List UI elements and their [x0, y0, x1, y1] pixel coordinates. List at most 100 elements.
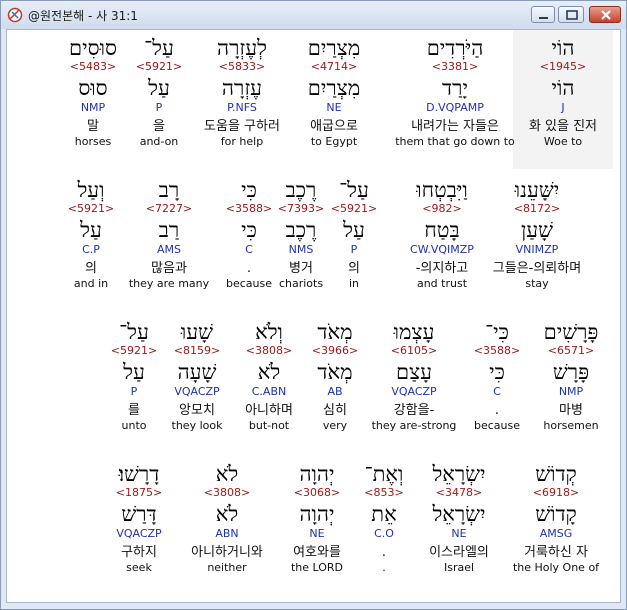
korean-gloss: 거룩하신 자 — [524, 545, 588, 560]
strong-number: <5921> — [67, 202, 115, 215]
hebrew-word: וַיִּבְטְחוּ — [416, 178, 468, 202]
strong-number: <1945> — [539, 60, 587, 73]
english-gloss: they are-strong — [371, 419, 457, 432]
morphology-code: C.ABN — [251, 385, 287, 398]
strong-number: <7227> — [145, 202, 193, 215]
strong-number: <982> — [422, 202, 462, 215]
korean-gloss: 화 있을 진저 — [528, 119, 598, 134]
strong-number: <3588> — [225, 202, 273, 215]
korean-gloss: 그들은-의뢰하며 — [492, 261, 582, 276]
word-cell[interactable]: יְהוָה <3068> יְהוָה NE 여호와를 the LORD — [272, 462, 362, 575]
word-cell[interactable]: דָרָשׁוּ׃ <1875> דָּרַשׁ VQACZP 구하지 seek — [99, 462, 179, 575]
english-gloss: them that go down to — [395, 135, 515, 148]
word-cell[interactable]: מִצְרַיִם <4714> מִצְרַיִם NE 애굽으로 to Eg… — [284, 36, 384, 149]
english-gloss: Israel — [443, 561, 475, 574]
close-button[interactable] — [589, 6, 621, 23]
word-cell[interactable]: לֹא <3808> לֹא ABN 아니하거니와 neither — [177, 462, 277, 575]
strong-number: <5921> — [110, 344, 158, 357]
lexical-form: קָדוֹשׁ — [535, 502, 577, 526]
maximize-icon — [566, 10, 578, 20]
word-cell[interactable]: פָּרָשִׁים <6571> פָּרָשׁ NMP 마병 horseme… — [526, 320, 616, 433]
hebrew-word: קְדוֹשׁ — [535, 462, 577, 486]
korean-gloss: 애굽으로 — [310, 119, 358, 134]
morphology-code: NMP — [80, 101, 106, 114]
morphology-code: D.VQPAMP — [426, 101, 484, 114]
strong-number: <3068> — [293, 486, 341, 499]
interlinear-panel[interactable]: הוֹי <1945> הוֹי J 화 있을 진저 Woe to הַיֹּר… — [6, 29, 621, 603]
strong-number: <6571> — [547, 344, 595, 357]
korean-gloss: -의지하고 — [415, 261, 469, 276]
hebrew-word: וְלֹא — [255, 320, 283, 344]
title-bar[interactable]: @원전본해 - 사 31:1 — [1, 1, 626, 29]
english-gloss: unto — [121, 419, 147, 432]
word-cell[interactable]: רָב <7227> רַב AMS 많음과 they are many — [119, 178, 219, 291]
word-cell[interactable]: עַל־ <5921> עַל P 를 unto — [97, 320, 171, 433]
lexical-form: סוּס — [78, 76, 108, 100]
morphology-code: J — [561, 101, 565, 114]
word-cell[interactable]: וְלֹא <3808> לֹא C.ABN 아니하며 but-not — [229, 320, 309, 433]
korean-gloss: 많음과 — [151, 261, 187, 276]
word-cell[interactable]: כִּי־ <3588> כִּי C . because — [457, 320, 537, 433]
word-cell[interactable]: הַיֹּרְדִים <3381> יָרַד D.VQPAMP 내려가는 자… — [395, 36, 515, 149]
hebrew-word: לֹא — [215, 462, 239, 486]
lexical-form: פָּרָשׁ — [552, 360, 590, 384]
hebrew-word: דָרָשׁוּ׃ — [118, 462, 160, 486]
korean-gloss: 아니하며 — [245, 403, 293, 418]
korean-gloss: . — [246, 261, 252, 276]
korean-gloss: 여호와를 — [293, 545, 341, 560]
hebrew-word: יְהוָה — [299, 462, 335, 486]
word-cell[interactable]: וְעַל <5921> עַל C.P 의 and in — [51, 178, 131, 291]
hebrew-word: הוֹי — [551, 36, 575, 60]
morphology-code: ABN — [215, 527, 239, 540]
lexical-form: עַל — [80, 218, 102, 242]
korean-gloss: 강함을- — [393, 403, 435, 418]
morphology-code: NE — [326, 101, 342, 114]
english-gloss: because — [225, 277, 272, 290]
english-gloss: horses — [74, 135, 112, 148]
english-gloss: Woe to — [543, 135, 583, 148]
hebrew-word: עַל־ — [119, 320, 149, 344]
lexical-form: כִּי — [489, 360, 505, 384]
word-cell[interactable]: כִּי <3588> כִּי C . because — [209, 178, 289, 291]
word-cell[interactable]: יִשָּׁעֵנוּ <8172> שָׁעַן VNIMZP 그들은-의뢰하… — [482, 178, 592, 291]
english-gloss: seek — [126, 561, 152, 574]
word-cell[interactable]: יִשְׂרָאֵל <3478> יִשְׂרָאֵל NE 이스라엘의 Is… — [409, 462, 509, 575]
english-gloss: they are many — [128, 277, 210, 290]
strong-number: <5483> — [69, 60, 117, 73]
hebrew-word: עָצְמוּ — [393, 320, 435, 344]
word-cell[interactable]: סוּסִים <5483> סוּס NMP 말 horses — [43, 36, 143, 149]
korean-gloss: 마병 — [559, 403, 583, 418]
maximize-button[interactable] — [558, 6, 584, 23]
morphology-code: C — [245, 243, 253, 256]
word-cell[interactable]: קְדוֹשׁ <6918> קָדוֹשׁ AMSG 거룩하신 자 the H… — [501, 462, 611, 575]
app-logo-icon — [7, 7, 23, 23]
lexical-form: בָּטַח — [424, 218, 460, 242]
strong-number: <3588> — [473, 344, 521, 357]
english-gloss: the LORD — [290, 561, 344, 574]
hebrew-word: כִּי־ — [485, 320, 509, 344]
word-cell[interactable]: וַיִּבְטְחוּ <982> בָּטַח CW.VQIMZP -의지하… — [392, 178, 492, 291]
lexical-form: לֹא — [257, 360, 281, 384]
word-cell[interactable]: הוֹי <1945> הוֹי J 화 있을 진저 Woe to — [513, 30, 613, 169]
morphology-code: VQACZP — [116, 527, 162, 540]
strong-number: <3808> — [245, 344, 293, 357]
hebrew-word: יִשְׂרָאֵל — [432, 462, 486, 486]
morphology-code: P — [130, 385, 138, 398]
minimize-icon — [539, 17, 548, 19]
minimize-button[interactable] — [531, 6, 555, 23]
hebrew-word: יִשָּׁעֵנוּ — [514, 178, 560, 202]
strong-number: <3808> — [203, 486, 251, 499]
lexical-form: כִּי — [241, 218, 257, 242]
english-gloss: horsemen — [543, 419, 599, 432]
english-gloss: and trust — [416, 277, 468, 290]
english-gloss: neither — [207, 561, 247, 574]
lexical-form: יָרַד — [442, 76, 468, 100]
morphology-code: VNIMZP — [515, 243, 559, 256]
lexical-form: מִצְרַיִם — [307, 76, 361, 100]
close-icon — [601, 10, 611, 20]
lexical-form: יִשְׂרָאֵל — [432, 502, 486, 526]
korean-gloss: 아니하거니와 — [191, 545, 263, 560]
word-cell[interactable]: עָצְמוּ <6105> עָצַם VQACZP 강함을- they ar… — [364, 320, 464, 433]
strong-number: <8172> — [513, 202, 561, 215]
english-gloss: to Egypt — [310, 135, 358, 148]
